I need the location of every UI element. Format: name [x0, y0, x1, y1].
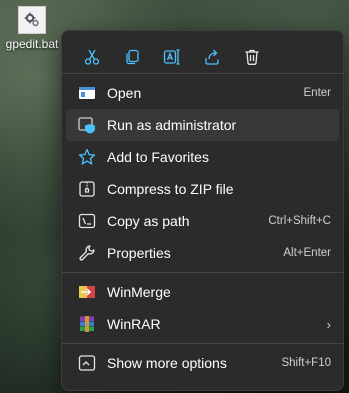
- menu-item-shortcut: Enter: [303, 87, 332, 99]
- menu-item-label: Open: [107, 85, 142, 101]
- menu-item-winrar[interactable]: WinRAR ›: [66, 308, 339, 340]
- cut-button[interactable]: [72, 45, 112, 73]
- menu-item-shortcut: Ctrl+Shift+C: [268, 215, 331, 227]
- copy-button[interactable]: [112, 45, 152, 73]
- open-window-icon: [78, 84, 96, 102]
- menu-item-shortcut: Alt+Enter: [283, 247, 331, 259]
- menu-item-properties[interactable]: Properties Alt+Enter: [66, 237, 339, 269]
- copy-icon: [123, 48, 141, 71]
- quick-action-bar: [62, 31, 343, 73]
- zip-folder-icon: [78, 180, 96, 198]
- menu-item-open[interactable]: Open Enter: [66, 77, 339, 109]
- menu-item-label: Run as administrator: [107, 117, 237, 133]
- more-options-icon: [78, 354, 96, 372]
- chevron-right-icon: ›: [326, 316, 331, 332]
- batch-file-gear-icon: [18, 6, 46, 34]
- share-button[interactable]: [192, 45, 232, 73]
- share-icon: [203, 48, 221, 71]
- rename-button[interactable]: [152, 45, 192, 73]
- menu-item-run-as-administrator[interactable]: Run as administrator: [66, 109, 339, 141]
- cut-icon: [83, 48, 101, 71]
- winmerge-icon: [78, 283, 96, 301]
- rename-icon: [163, 48, 181, 71]
- context-menu: Open Enter Run as administrator Add to F…: [61, 30, 344, 391]
- menu-item-label: WinMerge: [107, 284, 171, 300]
- delete-button[interactable]: [232, 45, 272, 73]
- star-icon: [78, 148, 96, 166]
- winrar-icon: [78, 315, 96, 333]
- menu-item-add-to-favorites[interactable]: Add to Favorites: [66, 141, 339, 173]
- menu-item-show-more-options[interactable]: Show more options Shift+F10: [66, 347, 339, 379]
- file-name-label: gpedit.bat: [5, 37, 59, 51]
- admin-shield-icon: [78, 116, 96, 134]
- menu-item-label: WinRAR: [107, 316, 161, 332]
- menu-section-primary: Open Enter Run as administrator Add to F…: [62, 74, 343, 272]
- wrench-icon: [78, 244, 96, 262]
- menu-item-shortcut: Shift+F10: [281, 357, 331, 369]
- delete-icon: [243, 48, 261, 71]
- menu-item-winmerge[interactable]: WinMerge: [66, 276, 339, 308]
- menu-item-label: Copy as path: [107, 213, 190, 229]
- menu-item-compress-zip[interactable]: Compress to ZIP file: [66, 173, 339, 205]
- menu-item-label: Properties: [107, 245, 171, 261]
- menu-item-copy-as-path[interactable]: Copy as path Ctrl+Shift+C: [66, 205, 339, 237]
- menu-section-more: Show more options Shift+F10: [62, 344, 343, 382]
- copy-path-icon: [78, 212, 96, 230]
- menu-item-label: Compress to ZIP file: [107, 181, 234, 197]
- menu-section-apps: WinMerge WinRAR ›: [62, 273, 343, 343]
- menu-item-label: Add to Favorites: [107, 149, 209, 165]
- menu-item-label: Show more options: [107, 355, 227, 371]
- desktop-file-gpedit[interactable]: gpedit.bat: [2, 6, 62, 51]
